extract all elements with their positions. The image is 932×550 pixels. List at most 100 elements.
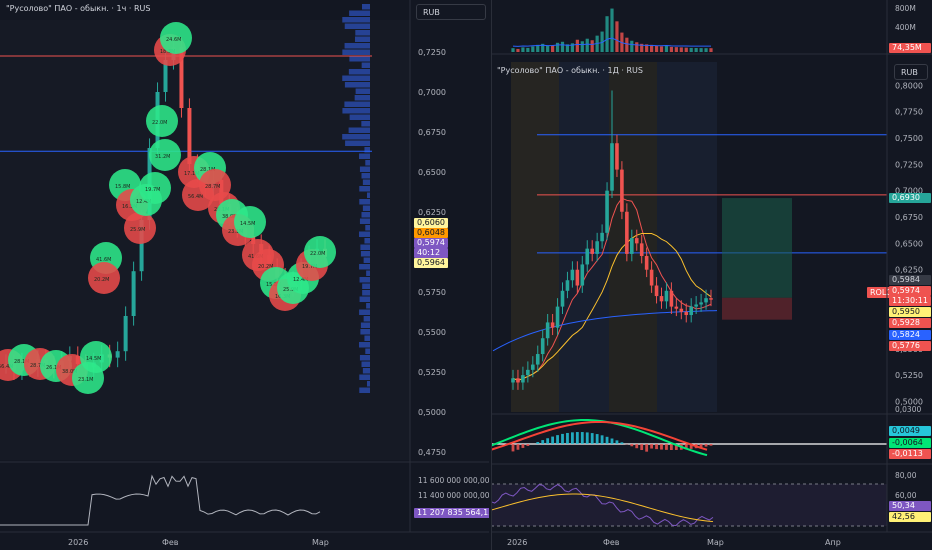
- volume-bar: [546, 45, 550, 52]
- candle-body: [115, 351, 120, 358]
- volume-bar: [605, 16, 609, 52]
- left-price-tick: 0,5250: [418, 368, 446, 377]
- right-currency-button[interactable]: RUB: [894, 64, 928, 80]
- daily-candle-body: [580, 264, 585, 286]
- long-stop-zone: [722, 297, 792, 320]
- volume-profile-bar: [365, 348, 370, 354]
- volume-bar: [555, 42, 560, 52]
- right-price-label: 0,5824: [892, 330, 920, 339]
- macd-histogram-bar: [511, 444, 515, 452]
- volume-profile-bar: [359, 342, 370, 348]
- candle-body: [131, 271, 136, 316]
- volume-profile-bar: [362, 368, 370, 374]
- daily-candle-body: [550, 322, 555, 328]
- right-price-tick: 0,7750: [895, 108, 923, 117]
- daily-candle-body: [669, 290, 674, 307]
- macd-histogram-bar: [575, 432, 579, 444]
- rsi-label: 50,34: [892, 501, 915, 510]
- left-currency-button[interactable]: RUB: [416, 4, 486, 20]
- volume-profile-bar: [360, 251, 370, 257]
- macd-histogram-bar: [521, 444, 525, 448]
- volume-profile-bar: [344, 43, 370, 49]
- left-price-tick: 0,6500: [418, 168, 446, 177]
- macd-histogram-bar: [561, 433, 564, 444]
- daily-candle-body: [585, 248, 590, 265]
- volume-bar: [531, 46, 535, 52]
- macd-histogram-bar: [556, 435, 559, 444]
- volume-profile-bar: [361, 361, 370, 367]
- right-price-tick: 0,6500: [895, 239, 923, 248]
- right-chart-title: "Русолово" ПАО - обыкн. · 1Д · RUS: [497, 66, 643, 75]
- volume-profile-bar: [361, 212, 370, 218]
- volume-bar: [659, 46, 664, 52]
- volume-bubble-label: 31.2M: [155, 154, 170, 160]
- left-chart-title: "Русолово" ПАО - обыкн. · 1ч · RUS: [6, 4, 151, 13]
- macd-histogram-bar: [595, 434, 599, 444]
- volume-bar: [526, 47, 530, 52]
- volume-profile-bar: [366, 303, 370, 309]
- daily-candle-body: [630, 238, 634, 254]
- volume-bubble-label: 14.5M: [240, 221, 255, 227]
- right-price-label: 0,6930: [892, 193, 920, 202]
- volume-bar: [684, 47, 688, 52]
- volume-bar: [699, 48, 703, 52]
- daily-candle-body: [634, 238, 639, 244]
- left-chart-hourly[interactable]: 56.4M28.1M28.7M26.1M38.0M23.1M14.5M41.6M…: [0, 0, 489, 550]
- daily-candle-body: [615, 143, 619, 170]
- session-shade: [657, 62, 717, 412]
- right-time-label: Фев: [603, 538, 620, 547]
- macd-histogram-bar: [630, 444, 634, 447]
- macd-histogram-bar: [536, 442, 540, 444]
- volume-bar: [551, 45, 555, 52]
- macd-histogram-bar: [709, 444, 713, 446]
- right-time-label: 2026: [507, 538, 527, 547]
- volume-profile-bar: [359, 199, 370, 205]
- left-price-tick: 0,5000: [418, 408, 446, 417]
- daily-candle-body: [610, 143, 614, 191]
- left-price-tick: 0,7000: [418, 88, 446, 97]
- volume-profile-bar: [355, 88, 370, 94]
- daily-candle-body: [605, 190, 609, 233]
- daily-candle-body: [565, 280, 570, 291]
- right-volume-tick: 400M: [895, 23, 916, 32]
- daily-candle-body: [555, 306, 560, 328]
- volume-profile-bar: [363, 316, 370, 322]
- right-chart-daily[interactable]: 800M 400M 74,35M 0,8000 0,7750 0,7500 0,7250 0,…: [491, 0, 932, 550]
- volume-bar: [625, 37, 629, 52]
- daily-candle-body: [639, 243, 644, 257]
- session-shade: [511, 62, 559, 412]
- daily-candle-body: [526, 369, 530, 376]
- volume-profile-bar: [359, 296, 370, 302]
- left-time-label: Мар: [312, 538, 329, 547]
- daily-candle-body: [684, 311, 689, 316]
- volume-bubble-label: 28.7M: [205, 184, 220, 190]
- volume-profile-bar: [364, 335, 370, 341]
- volume-bar: [674, 47, 678, 52]
- volume-bubble-label: 22.0M: [310, 251, 325, 257]
- volume-bar: [511, 48, 515, 52]
- left-price-label: 0,6060: [417, 218, 445, 227]
- right-volume-label: 74,35M: [892, 43, 922, 52]
- macd-histogram-bar: [580, 432, 584, 444]
- volume-bar: [560, 41, 565, 52]
- volume-profile-bar: [363, 257, 370, 263]
- macd-histogram-bar: [571, 432, 574, 444]
- daily-candle-body: [516, 378, 520, 383]
- volume-profile-bar: [344, 82, 370, 88]
- volume-bubble-label: 22.0M: [152, 120, 167, 126]
- daily-candle-body: [535, 354, 540, 365]
- candle-body: [187, 108, 192, 164]
- volume-profile-bar: [349, 10, 370, 16]
- left-price-label: 0,5974: [417, 238, 445, 247]
- left-price-tick: 0,4750: [418, 448, 446, 457]
- macd-histogram-bar: [590, 433, 594, 444]
- volume-profile-bar: [360, 329, 370, 335]
- macd-histogram-bar: [655, 444, 658, 450]
- volume-profile-bar: [359, 387, 370, 393]
- volume-bar: [689, 47, 693, 52]
- macd-tick: 0,0300: [895, 405, 921, 414]
- left-time-label: Фев: [162, 538, 179, 547]
- right-time-label: Мар: [707, 538, 724, 547]
- volume-bar: [635, 42, 639, 52]
- daily-candle-body: [600, 232, 604, 242]
